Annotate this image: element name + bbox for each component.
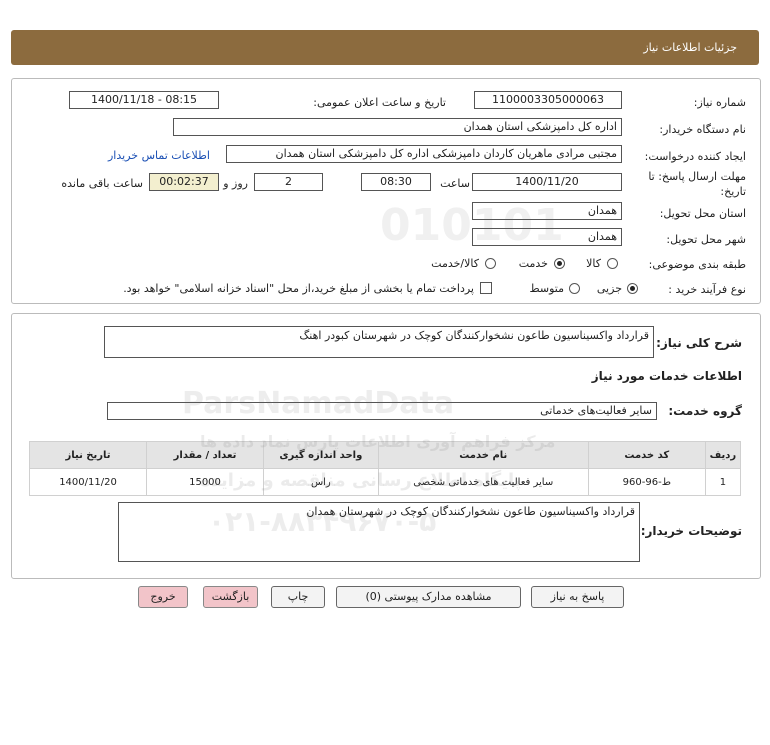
buyer-contact-link[interactable]: اطلاعات تماس خریدار — [108, 149, 210, 162]
buyer-org-field: اداره کل دامپزشکی استان همدان — [173, 118, 622, 136]
deadline-time-label: ساعت — [440, 177, 470, 190]
deadline-date-field: 1400/11/20 — [472, 173, 622, 191]
need-number-label: شماره نیاز: — [693, 96, 746, 109]
process-radio-medium[interactable] — [569, 283, 580, 294]
category-option-goods-service: کالا/خدمت — [431, 257, 479, 270]
col-header-need-date: تاریخ نیاز — [28, 441, 148, 469]
exit-button[interactable]: خروج — [138, 586, 188, 608]
category-option-goods: کالا — [586, 257, 601, 270]
deadline-label-line2: تاریخ: — [720, 185, 746, 198]
category-label: طبقه بندی موضوعی: — [648, 258, 746, 271]
col-header-unit: واحد اندازه گیری — [263, 441, 379, 469]
table-row: 1 ط-96-960 سایر فعالیت های خدماتی شخصی ر… — [28, 468, 742, 496]
remaining-time-label: ساعت باقی مانده — [61, 177, 143, 190]
back-button[interactable]: بازگشت — [203, 586, 258, 608]
delivery-city-label: شهر محل تحویل: — [666, 233, 746, 246]
cell-service-name: سایر فعالیت های خدماتی شخصی — [377, 468, 589, 496]
summary-label: شرح کلی نیاز: — [656, 336, 742, 350]
service-group-label: گروه خدمت: — [668, 404, 742, 418]
col-header-quantity: تعداد / مقدار — [146, 441, 264, 469]
process-option-medium: متوسط — [529, 282, 564, 295]
creator-label: ایجاد کننده درخواست: — [644, 150, 746, 163]
delivery-province-label: استان محل تحویل: — [659, 207, 746, 220]
summary-field: قرارداد واکسیناسیون طاعون نشخوارکنندگان … — [104, 326, 654, 358]
days-label: روز و — [223, 177, 248, 190]
cell-unit: راس — [263, 468, 379, 496]
cell-service-code: ط-96-960 — [587, 468, 706, 496]
page-header: جزئیات اطلاعات نیاز — [11, 30, 759, 65]
deadline-time-field: 08:30 — [361, 173, 431, 191]
announce-field: 1400/11/18 - 08:15 — [69, 91, 219, 109]
col-header-row-number: ردیف — [704, 441, 742, 469]
attachments-button[interactable]: مشاهده مدارک پیوستی (0) — [336, 586, 521, 608]
col-header-service-name: نام خدمت — [377, 441, 589, 469]
category-radio-goods-service[interactable] — [485, 258, 496, 269]
category-option-service: خدمت — [518, 257, 548, 270]
page-title: جزئیات اطلاعات نیاز — [643, 41, 737, 54]
cell-quantity: 15000 — [146, 468, 264, 496]
process-label: نوع فرآیند خرید : — [668, 283, 746, 296]
cell-row-number: 1 — [704, 468, 742, 496]
creator-field: مجتبی مرادی ماهریان کاردان دامپزشکی ادار… — [226, 145, 622, 163]
print-button[interactable]: چاپ — [271, 586, 325, 608]
category-radio-service[interactable] — [554, 258, 565, 269]
delivery-province-field: همدان — [472, 202, 622, 220]
services-title: اطلاعات خدمات مورد نیاز — [591, 369, 742, 383]
service-group-field: سایر فعالیت‌های خدماتی — [107, 402, 657, 420]
category-radio-goods[interactable] — [607, 258, 618, 269]
process-radio-minor[interactable] — [627, 283, 638, 294]
remaining-time-field: 00:02:37 — [149, 173, 219, 191]
table-header-row: ردیف کد خدمت نام خدمت واحد اندازه گیری ت… — [28, 441, 742, 469]
delivery-city-field: همدان — [472, 228, 622, 246]
deadline-label: مهلت ارسال پاسخ: تا — [648, 170, 746, 183]
buyer-notes-label: توضیحات خریدار: — [640, 524, 742, 538]
process-option-minor: جزیی — [596, 282, 622, 295]
buyer-notes-field: قرارداد واکسیناسیون طاعون نشخوارکنندگان … — [118, 502, 640, 562]
reply-button[interactable]: پاسخ به نیاز — [531, 586, 624, 608]
days-field: 2 — [254, 173, 323, 191]
announce-label: تاریخ و ساعت اعلان عمومی: — [313, 96, 446, 109]
cell-need-date: 1400/11/20 — [28, 468, 148, 496]
col-header-service-code: کد خدمت — [587, 441, 706, 469]
need-number-field: 1100003305000063 — [474, 91, 622, 109]
treasury-payment-checkbox[interactable] — [480, 282, 492, 294]
services-table: ردیف کد خدمت نام خدمت واحد اندازه گیری ت… — [28, 441, 742, 496]
payment-note: پرداخت تمام یا بخشی از مبلغ خرید،از محل … — [123, 282, 474, 295]
buyer-org-label: نام دستگاه خریدار: — [659, 123, 746, 136]
